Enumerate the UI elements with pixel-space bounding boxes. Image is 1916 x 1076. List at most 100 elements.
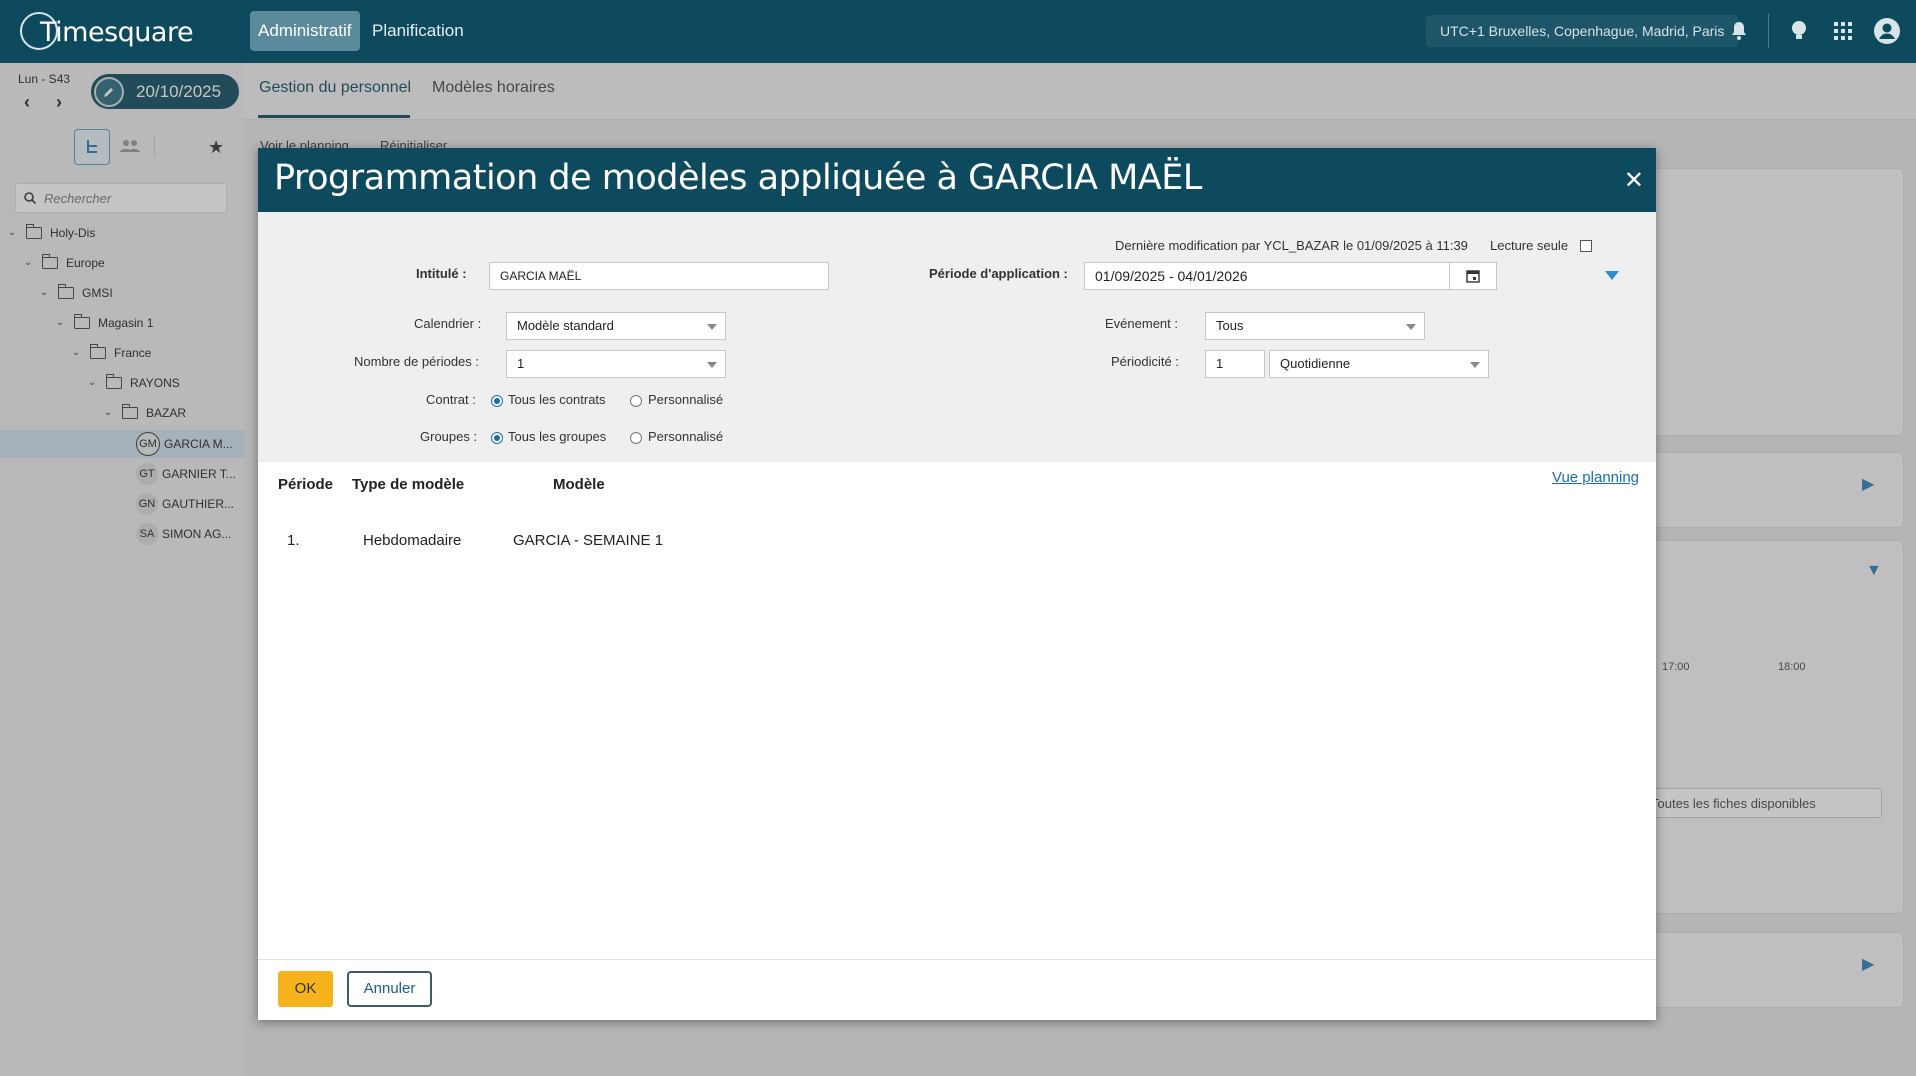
- cancel-button[interactable]: Annuler: [347, 971, 432, 1007]
- form-area: Dernière modification par YCL_BAZAR le 0…: [258, 212, 1656, 462]
- contrat-all-label: Tous les contrats: [508, 392, 606, 407]
- chevron-down-icon: ⌄: [40, 287, 49, 298]
- date-picker-pill[interactable]: 20/10/2025: [91, 74, 239, 109]
- calendrier-value: Modèle standard: [517, 318, 614, 333]
- folder-icon: [122, 404, 138, 419]
- tab-planification[interactable]: Planification: [364, 11, 472, 51]
- tree-item-label: France: [114, 346, 152, 360]
- read-only-checkbox[interactable]: [1580, 240, 1592, 252]
- tree-item-france[interactable]: ⌄ France: [72, 341, 151, 365]
- user-account-icon[interactable]: [1874, 18, 1900, 44]
- tree-item-label: RAYONS: [130, 376, 180, 390]
- column-header-periode: Période: [278, 476, 334, 493]
- timesquare-logo[interactable]: Timesquare: [20, 12, 194, 52]
- avatar: GM: [136, 432, 160, 456]
- periode-application-input[interactable]: 01/09/2025 - 04/01/2026: [1084, 262, 1450, 290]
- evenement-select[interactable]: Tous: [1205, 312, 1425, 340]
- column-header-type: Type de modèle: [352, 476, 465, 493]
- tab-gestion-du-personnel[interactable]: Gestion du personnel: [259, 79, 411, 97]
- tree-item-europe[interactable]: ⌄ Europe: [24, 251, 105, 275]
- divider: [154, 135, 155, 157]
- search-icon: [24, 192, 36, 204]
- tree-person-garnier[interactable]: GT GARNIER T...: [136, 462, 236, 486]
- tree-item-holy-dis[interactable]: ⌄ Holy-Dis: [8, 221, 95, 245]
- previous-day-icon[interactable]: ‹: [24, 92, 30, 113]
- folder-icon: [26, 224, 42, 239]
- apps-grid-icon[interactable]: [1830, 18, 1856, 44]
- bell-icon[interactable]: [1726, 18, 1752, 44]
- avatar: GT: [136, 463, 158, 485]
- contrat-all-radio[interactable]: [491, 395, 503, 407]
- cell-type: Hebdomadaire: [363, 532, 462, 549]
- evenement-value: Tous: [1216, 318, 1244, 333]
- calendar-icon[interactable]: [1449, 262, 1497, 290]
- programmation-dialog: Programmation de modèles appliquée à GAR…: [258, 148, 1656, 1020]
- groupes-custom-radio[interactable]: [630, 432, 642, 444]
- ok-button[interactable]: OK: [278, 971, 333, 1007]
- chevron-down-icon: ⌄: [72, 347, 81, 358]
- expand-right-icon[interactable]: ▶: [1862, 474, 1874, 494]
- people-icon[interactable]: [120, 139, 140, 158]
- periodicite-number-input[interactable]: 1: [1205, 350, 1265, 378]
- search-input[interactable]: Rechercher: [15, 183, 227, 213]
- tree-item-label: SIMON AG...: [162, 527, 232, 541]
- dialog-title: Programmation de modèles appliquée à GAR…: [274, 158, 1202, 198]
- chevron-down-icon: ⌄: [24, 257, 33, 268]
- avatar: GN: [136, 493, 158, 515]
- tree-item-label: GARNIER T...: [162, 467, 236, 481]
- fiches-select[interactable]: Toutes les fiches disponibles: [1640, 788, 1882, 818]
- last-modified-text: Dernière modification par YCL_BAZAR le 0…: [1115, 238, 1468, 253]
- tree-item-label: GMSI: [82, 286, 113, 300]
- tree-item-label: GAUTHIER...: [162, 497, 235, 511]
- tab-administratif[interactable]: Administratif: [250, 11, 360, 51]
- periodicite-select[interactable]: Quotidienne: [1269, 350, 1489, 378]
- collapse-down-icon[interactable]: ▼: [1866, 562, 1882, 580]
- folder-icon: [42, 254, 58, 269]
- logo-text: Timesquare: [40, 16, 194, 48]
- nombre-periodes-select[interactable]: 1: [506, 350, 726, 378]
- timezone-selector[interactable]: UTC+1 Bruxelles, Copenhague, Madrid, Par…: [1426, 15, 1739, 47]
- tree-person-gauthier[interactable]: GN GAUTHIER...: [136, 492, 234, 516]
- dialog-header: Programmation de modèles appliquée à GAR…: [258, 148, 1656, 212]
- close-icon[interactable]: ✕: [1624, 166, 1644, 194]
- expand-right-icon[interactable]: ▶: [1862, 954, 1874, 974]
- next-day-icon[interactable]: ›: [56, 92, 62, 113]
- contrat-label: Contrat :: [426, 392, 476, 407]
- intitule-input[interactable]: GARCIA MAËL: [489, 262, 829, 290]
- periode-application-label: Période d'application :: [929, 266, 1068, 281]
- lightbulb-icon[interactable]: [1786, 18, 1812, 44]
- search-placeholder: Rechercher: [44, 190, 112, 206]
- read-only-label: Lecture seule: [1490, 238, 1569, 253]
- groupes-custom-label: Personnalisé: [648, 429, 724, 444]
- pencil-icon: [94, 76, 124, 107]
- time-label: 18:00: [1778, 661, 1806, 673]
- groupes-all-radio[interactable]: [491, 432, 503, 444]
- tree-item-bazar[interactable]: ⌄ BAZAR: [104, 401, 186, 425]
- folder-icon: [106, 374, 122, 389]
- day-week-label: Lun - S43: [18, 72, 71, 86]
- tree-item-label: GARCIA M...: [164, 437, 233, 451]
- cell-modele: GARCIA - SEMAINE 1: [513, 532, 664, 549]
- expand-details-icon[interactable]: [1605, 271, 1619, 280]
- tree-person-simon[interactable]: SA SIMON AG...: [136, 522, 231, 546]
- nombre-periodes-label: Nombre de périodes :: [354, 354, 480, 369]
- tree-person-garcia[interactable]: GM GARCIA M...: [136, 432, 233, 456]
- top-bar: Timesquare Administratif Planification U…: [0, 0, 1916, 63]
- tree-item-rayons[interactable]: ⌄ RAYONS: [88, 371, 180, 395]
- tree-view-icon[interactable]: [74, 129, 110, 165]
- contrat-custom-radio[interactable]: [630, 395, 642, 407]
- calendrier-select[interactable]: Modèle standard: [506, 312, 726, 340]
- vue-planning-link[interactable]: Vue planning: [1552, 469, 1639, 486]
- chevron-down-icon: [707, 362, 717, 368]
- tab-modeles-horaires[interactable]: Modèles horaires: [432, 79, 555, 97]
- favorites-star-icon[interactable]: ★: [208, 137, 224, 158]
- tree-item-magasin-1[interactable]: ⌄ Magasin 1: [56, 311, 153, 335]
- chevron-down-icon: [1470, 362, 1480, 368]
- tree-item-gmsi[interactable]: ⌄ GMSI: [40, 281, 113, 305]
- cell-periode: 1.: [287, 532, 300, 549]
- tree-item-label: BAZAR: [146, 406, 187, 420]
- periodicite-label: Périodicité :: [1111, 354, 1179, 369]
- current-date: 20/10/2025: [136, 81, 222, 101]
- periodicite-value: Quotidienne: [1280, 356, 1351, 371]
- column-header-modele: Modèle: [553, 476, 605, 493]
